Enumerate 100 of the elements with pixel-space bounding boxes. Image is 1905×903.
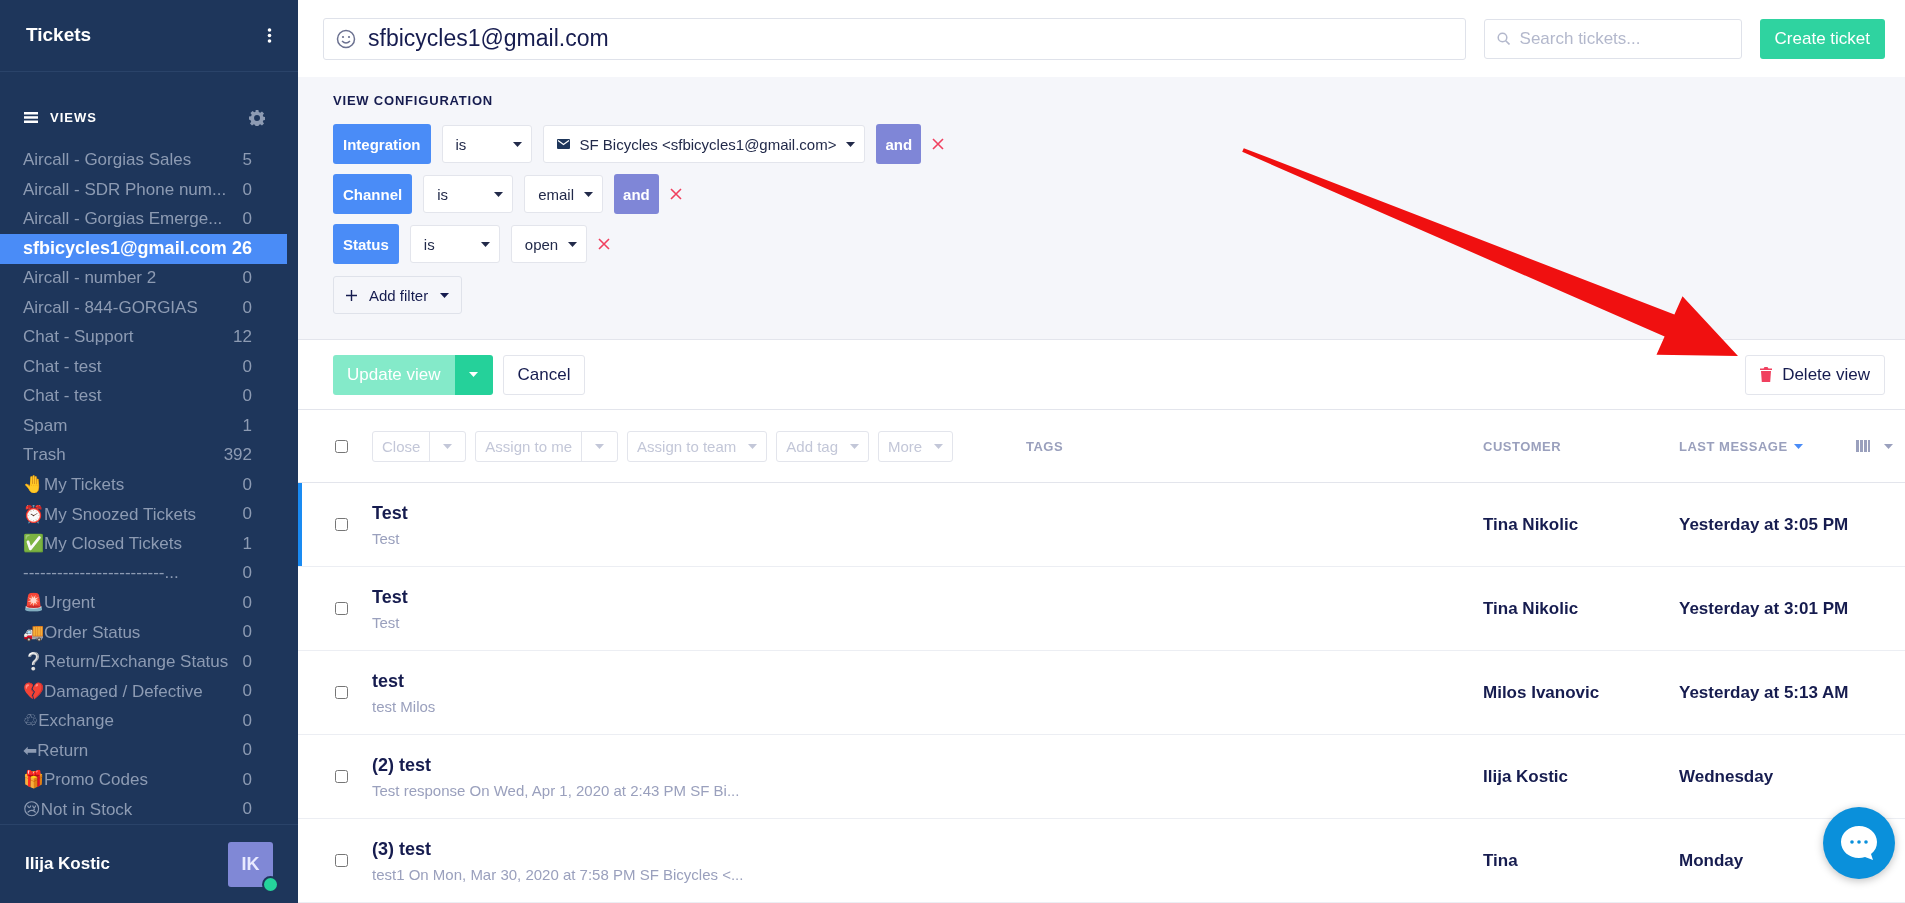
kebab-menu-icon[interactable] <box>267 27 272 43</box>
caret-icon <box>480 241 490 247</box>
close-icon[interactable] <box>598 238 611 250</box>
view-count: 0 <box>242 651 252 672</box>
view-name: Aircall - SDR Phone num... <box>23 179 227 200</box>
sidebar-title: Tickets <box>26 24 92 47</box>
row-checkbox[interactable] <box>335 770 348 783</box>
value-select[interactable]: open <box>510 225 588 263</box>
ticket-subject: Test <box>372 586 409 608</box>
select-all-checkbox[interactable] <box>335 439 348 453</box>
view-count: 0 <box>242 179 252 200</box>
view-name-field[interactable]: sfbicycles1@gmail.com <box>323 17 1466 60</box>
view-name: Chat - test <box>23 356 102 377</box>
settings-icon[interactable] <box>249 109 265 126</box>
ticket-row[interactable]: Test Test Tina Nikolic Yesterday at 3:05 PM <box>298 483 1905 567</box>
cancel-button[interactable]: Cancel <box>502 354 586 395</box>
view-item[interactable]: ✅My Closed Tickets 1 <box>0 529 287 559</box>
operator-select[interactable]: is <box>409 225 500 263</box>
view-item[interactable]: ♲Exchange 0 <box>0 706 287 736</box>
view-name: Chat - Support <box>23 327 134 348</box>
view-item[interactable]: Aircall - Gorgias Sales 5 <box>0 145 287 176</box>
operator-select[interactable]: is <box>423 175 514 213</box>
view-name: Aircall - Gorgias Emerge... <box>23 209 223 230</box>
search-field[interactable]: Search tickets... <box>1483 18 1742 59</box>
view-count: 0 <box>242 622 252 643</box>
caret-icon <box>494 191 504 197</box>
columns-icon[interactable] <box>1856 440 1870 452</box>
view-count: 0 <box>242 386 252 407</box>
ticket-row[interactable]: Test Test Tina Nikolic Yesterday at 3:01 PM <box>298 567 1905 651</box>
caret-icon <box>595 443 605 449</box>
view-count: 0 <box>242 681 252 702</box>
view-item[interactable]: 💔Damaged / Defective 0 <box>0 676 287 707</box>
view-item[interactable]: Chat - Support 12 <box>0 322 287 353</box>
view-item[interactable]: Spam 1 <box>0 411 287 441</box>
view-name-input[interactable]: sfbicycles1@gmail.com <box>366 24 1453 53</box>
value-select[interactable]: email <box>524 175 604 213</box>
filter-field-button[interactable]: Status <box>333 224 399 264</box>
add-filter-button[interactable]: Add filter <box>333 276 463 314</box>
caret-icon <box>934 443 944 449</box>
view-item[interactable]: 🎁Promo Codes 0 <box>0 765 287 795</box>
view-count: 0 <box>242 268 252 289</box>
row-checkbox[interactable] <box>335 686 348 699</box>
column-header[interactable]: LAST MESSAGE <box>1679 438 1803 454</box>
view-item[interactable]: 🤚My Tickets 0 <box>0 470 287 500</box>
view-item[interactable]: 😢Not in Stock 0 <box>0 794 287 825</box>
close-icon[interactable] <box>932 138 945 150</box>
view-item[interactable]: Chat - test 0 <box>0 381 287 412</box>
view-name: 🤚My Tickets <box>23 474 125 496</box>
last-message-time: Monday <box>1679 850 1745 871</box>
ticket-preview: Test response On Wed, Apr 1, 2020 at 2:43 PM SF Bi... <box>372 781 741 799</box>
caret-icon <box>443 443 453 449</box>
trash-icon <box>1760 367 1773 382</box>
ticket-row[interactable]: test test Milos Milos Ivanovic Yesterday at 5:13 AM <box>298 651 1905 735</box>
view-item[interactable]: 🚚Order Status 0 <box>0 617 287 648</box>
view-item[interactable]: Trash 392 <box>0 440 287 471</box>
view-count: 0 <box>242 356 252 377</box>
caret-icon <box>469 372 479 377</box>
view-item[interactable]: ⬅Return 0 <box>0 735 287 766</box>
view-item[interactable]: Aircall - SDR Phone num... 0 <box>0 175 287 205</box>
row-checkbox[interactable] <box>335 602 348 615</box>
row-checkbox[interactable] <box>335 518 348 531</box>
view-item[interactable]: -------------------------... 0 <box>0 558 287 589</box>
view-item[interactable]: sfbicycles1@gmail.com 26 <box>0 234 287 264</box>
view-item[interactable]: Aircall - number 2 0 <box>0 263 287 294</box>
view-item[interactable]: ⏰My Snoozed Tickets 0 <box>0 499 287 530</box>
column-header: TAGS <box>1026 438 1065 454</box>
view-count: 1 <box>242 533 252 554</box>
ticket-preview: test Milos <box>372 697 437 715</box>
view-item[interactable]: 🚨Urgent 0 <box>0 588 287 618</box>
user-name: Ilija Kostic <box>25 854 111 874</box>
list-icon <box>24 112 38 124</box>
chat-bubble-icon <box>1839 824 1879 862</box>
view-item[interactable]: Aircall - 844-GORGIAS 0 <box>0 293 287 323</box>
chat-button[interactable] <box>1823 807 1895 879</box>
and-button[interactable]: and <box>876 124 922 164</box>
ticket-subject: test <box>372 670 405 692</box>
view-name: Spam <box>23 415 68 436</box>
close-icon[interactable] <box>669 188 682 200</box>
row-checkbox[interactable] <box>335 854 348 867</box>
view-name: 🚨Urgent <box>23 592 96 614</box>
caret-icon <box>850 443 859 449</box>
filter-field-button[interactable]: Channel <box>333 174 413 214</box>
last-message-time: Yesterday at 5:13 AM <box>1679 682 1850 703</box>
operator-select[interactable]: is <box>441 125 532 163</box>
caret-icon <box>1884 443 1893 449</box>
view-name: Aircall - 844-GORGIAS <box>23 297 198 318</box>
view-item[interactable]: Chat - test 0 <box>0 352 287 382</box>
customer-name: Milos Ivanovic <box>1483 682 1601 703</box>
delete-view-button[interactable]: Delete view <box>1745 354 1885 395</box>
view-item[interactable]: Aircall - Gorgias Emerge... 0 <box>0 204 287 235</box>
view-name: Chat - test <box>23 386 102 407</box>
and-button[interactable]: and <box>614 174 659 214</box>
last-message-time: Yesterday at 3:01 PM <box>1679 598 1850 619</box>
integration-select[interactable]: SF Bicycles <sfbicycles1@gmail.com> <box>542 125 866 163</box>
last-message-time: Wednesday <box>1679 766 1775 787</box>
view-item[interactable]: ❔Return/Exchange Status 0 <box>0 647 287 677</box>
view-name: ✅My Closed Tickets <box>23 533 182 555</box>
view-count: 0 <box>242 769 252 790</box>
filter-field-button[interactable]: Integration <box>333 124 431 164</box>
view-name: 😢Not in Stock <box>23 798 133 820</box>
